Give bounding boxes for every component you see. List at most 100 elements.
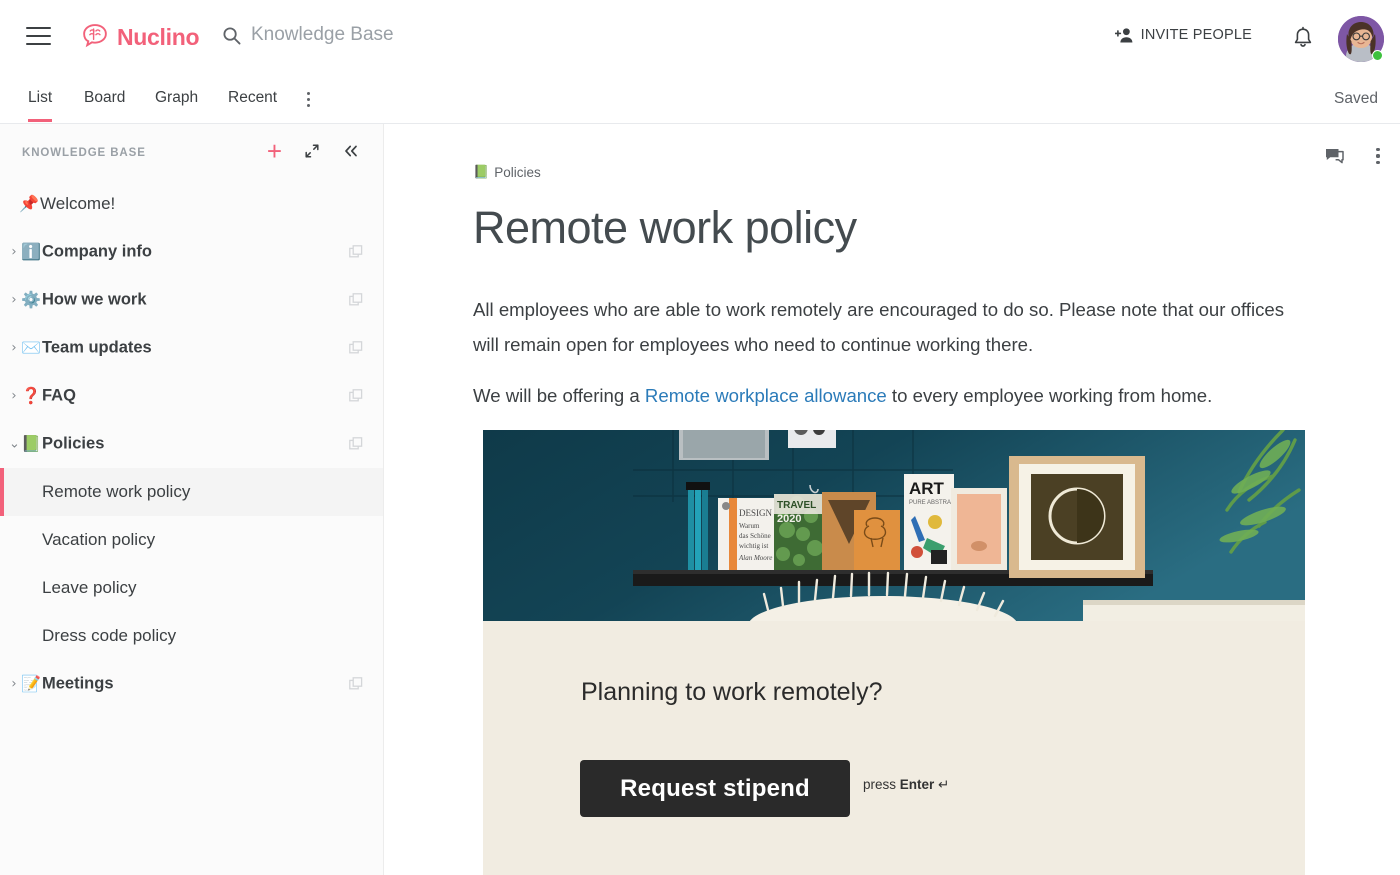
gear-icon: ⚙️ [21, 290, 41, 309]
sidebar-item-label: Welcome! [40, 194, 116, 213]
svg-text:Alan Moore: Alan Moore [738, 554, 772, 562]
tab-recent[interactable]: Recent [228, 89, 277, 119]
embedded-form-card: DESIGN Warum das Schöne wichtig ist Alan… [483, 430, 1305, 875]
search-box[interactable]: Knowledge Base [222, 24, 394, 46]
sidebar-item-remote-work-policy[interactable]: Remote work policy [0, 468, 383, 516]
pin-icon: 📌 [19, 194, 39, 213]
add-item-icon[interactable]: + [267, 138, 282, 164]
green-book-icon: 📗 [21, 434, 41, 453]
sidebar-item-meetings[interactable]: › 📝 Meetings [0, 660, 383, 708]
tab-list[interactable]: List [28, 89, 53, 122]
brand-name: Nuclino [117, 23, 200, 50]
invite-people-label: INVITE PEOPLE [1140, 27, 1252, 43]
dot [306, 91, 310, 95]
nuclino-logo[interactable]: Nuclino [80, 22, 200, 52]
sidebar-title: KNOWLEDGE BASE [22, 147, 146, 159]
remote-workplace-allowance-link[interactable]: Remote workplace allowance [645, 385, 887, 406]
dot [306, 103, 310, 107]
page-title: Remote work policy [473, 202, 857, 253]
top-bar: Nuclino Knowledge Base INVITE PEOPLE [0, 0, 1400, 78]
chevron-right-icon[interactable]: › [9, 677, 19, 692]
hint-prefix: press [863, 777, 900, 792]
dot [306, 97, 310, 101]
duplicate-icon[interactable] [349, 389, 363, 403]
sidebar-item-faq[interactable]: › ❓ FAQ [0, 372, 383, 420]
sidebar-item-how-we-work[interactable]: › ⚙️ How we work [0, 276, 383, 324]
info-icon: ℹ️ [21, 242, 41, 261]
enter-key-hint: press Enter ↵ [863, 777, 949, 793]
request-stipend-button[interactable]: Request stipend [580, 760, 850, 817]
chevron-down-icon[interactable]: ⌄ [9, 437, 20, 452]
duplicate-icon[interactable] [349, 293, 363, 307]
hamburger-menu-icon[interactable] [26, 27, 51, 47]
embed-photo: DESIGN Warum das Schöne wichtig ist Alan… [483, 430, 1305, 621]
sidebar-item-vacation-policy[interactable]: Vacation policy [0, 516, 383, 564]
hamburger-line [26, 43, 51, 45]
embed-body: Planning to work remotely? Request stipe… [483, 621, 1305, 875]
dot [1376, 154, 1380, 158]
sidebar-item-welcome[interactable]: 📌 Welcome! [0, 180, 383, 228]
breadcrumb[interactable]: 📗 Policies [473, 165, 541, 180]
chevron-right-icon[interactable]: › [9, 245, 19, 260]
bell-icon[interactable] [1292, 26, 1314, 50]
paragraph-2: We will be offering a Remote workplace a… [473, 378, 1303, 413]
embed-question: Planning to work remotely? [581, 678, 883, 706]
expand-icon[interactable] [304, 143, 320, 159]
sidebar-item-label: Policies [42, 434, 105, 453]
question-mark-icon: ❓ [21, 386, 41, 405]
duplicate-icon[interactable] [349, 437, 363, 451]
hint-key: Enter [899, 777, 935, 792]
sidebar-item-label: How we work [42, 290, 147, 309]
sidebar-item-label: Meetings [42, 674, 114, 693]
sidebar: KNOWLEDGE BASE + 📌 Welcome! › ℹ️ Company… [0, 124, 384, 875]
svg-text:ART: ART [909, 479, 945, 498]
tab-board[interactable]: Board [84, 89, 125, 119]
dot [1376, 160, 1380, 164]
sidebar-child-label: Remote work policy [42, 482, 191, 501]
view-tab-bar: List Board Graph Recent Saved [0, 78, 1400, 124]
tab-graph[interactable]: Graph [155, 89, 198, 119]
breadcrumb-label: Policies [494, 165, 541, 180]
sidebar-item-policies[interactable]: ⌄ 📗 Policies [0, 420, 383, 468]
invite-people-button[interactable]: INVITE PEOPLE [1114, 27, 1252, 43]
sidebar-item-label: FAQ [42, 386, 76, 405]
paragraph-2-prefix: We will be offering a [473, 385, 645, 406]
sidebar-child-label: Dress code policy [42, 626, 177, 645]
svg-text:DESIGN: DESIGN [739, 508, 772, 518]
tabs-more-options-icon[interactable] [300, 89, 316, 109]
sidebar-item-leave-policy[interactable]: Leave policy [0, 564, 383, 612]
svg-text:TRAVEL: TRAVEL [777, 500, 816, 511]
search-icon [223, 26, 241, 44]
chevron-right-icon[interactable]: › [9, 341, 19, 356]
comment-icon[interactable] [1325, 148, 1344, 165]
sidebar-child-label: Vacation policy [42, 530, 156, 549]
sidebar-item-company-info[interactable]: › ℹ️ Company info [0, 228, 383, 276]
duplicate-icon[interactable] [349, 341, 363, 355]
chevron-right-icon[interactable]: › [9, 389, 19, 404]
paragraph-2-suffix: to every employee working from home. [886, 385, 1213, 406]
sidebar-item-team-updates[interactable]: › ✉️ Team updates [0, 324, 383, 372]
paragraph-1: All employees who are able to work remot… [473, 299, 1285, 355]
hamburger-line [26, 35, 51, 37]
save-status-label: Saved [1334, 90, 1378, 107]
sidebar-item-label: Team updates [42, 338, 152, 357]
memo-icon: 📝 [21, 674, 41, 693]
document-more-options-icon[interactable] [1370, 146, 1386, 166]
hamburger-line [26, 27, 51, 29]
sidebar-header: KNOWLEDGE BASE + [0, 124, 383, 180]
svg-text:2020: 2020 [777, 513, 801, 525]
sidebar-item-dress-code-policy[interactable]: Dress code policy [0, 612, 383, 660]
duplicate-icon[interactable] [349, 245, 363, 259]
envelope-icon: ✉️ [21, 338, 41, 357]
collapse-left-icon[interactable] [342, 143, 359, 159]
green-book-icon: 📗 [473, 165, 490, 180]
add-person-icon [1114, 28, 1133, 43]
search-placeholder: Knowledge Base [251, 24, 394, 45]
chevron-right-icon[interactable]: › [9, 293, 19, 308]
sidebar-child-label: Leave policy [42, 578, 137, 597]
shelf-with-books-and-frames-photo: DESIGN Warum das Schöne wichtig ist Alan… [483, 430, 1305, 621]
sidebar-item-label: Company info [42, 242, 152, 261]
brain-bubble-icon [83, 24, 107, 48]
dot [1376, 148, 1380, 152]
duplicate-icon[interactable] [349, 677, 363, 691]
